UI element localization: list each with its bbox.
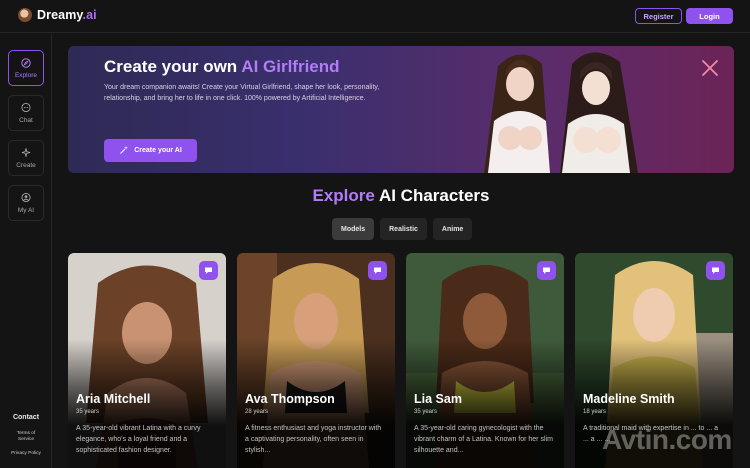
magic-wand-icon bbox=[119, 145, 129, 157]
create-your-ai-button[interactable]: Create your AI bbox=[104, 139, 197, 162]
character-name: Madeline Smith bbox=[583, 392, 675, 406]
terms-of-service-link[interactable]: Terms of Service bbox=[0, 431, 52, 443]
privacy-policy-link[interactable]: Privacy Policy bbox=[0, 451, 52, 456]
character-description: A fitness enthusiast and yoga instructor… bbox=[245, 425, 382, 454]
create-your-ai-label: Create your AI bbox=[134, 147, 182, 154]
brand-logo[interactable]: Dreamy.ai bbox=[18, 8, 97, 22]
character-description: A 35-year-old vibrant Latina with a curv… bbox=[76, 425, 201, 454]
logo-avatar-icon bbox=[18, 8, 32, 22]
character-name: Ava Thompson bbox=[245, 392, 335, 406]
chat-bubble-icon[interactable] bbox=[706, 261, 725, 280]
character-age: 35 years bbox=[76, 409, 100, 415]
sparkle-icon bbox=[21, 148, 31, 158]
chat-bubble-icon[interactable] bbox=[537, 261, 556, 280]
top-bar: Dreamy.ai Register Login bbox=[0, 0, 750, 33]
sidebar-item-label: Create bbox=[16, 161, 36, 169]
sidebar-item-chat[interactable]: Chat bbox=[8, 95, 44, 131]
sidebar-item-create[interactable]: Create bbox=[8, 140, 44, 176]
hero-banner: Create your own AI Girlfriend Your dream… bbox=[68, 46, 734, 173]
explore-title: Explore AI Characters bbox=[312, 186, 490, 205]
chat-bubble-icon[interactable] bbox=[368, 261, 387, 280]
sidebar-item-label: Explore bbox=[14, 71, 38, 79]
sidebar-item-explore[interactable]: Explore bbox=[8, 50, 44, 86]
character-age: 28 years bbox=[245, 409, 269, 415]
watermark-text: Avtin.com bbox=[602, 424, 732, 455]
terms-line-2: Service bbox=[18, 437, 34, 442]
character-card[interactable]: Lia Sam 35 years A 35-year-old caring gy… bbox=[406, 253, 564, 468]
character-name: Aria Mitchell bbox=[76, 392, 151, 406]
character-age: 35 years bbox=[414, 409, 438, 415]
chat-bubble-icon[interactable] bbox=[199, 261, 218, 280]
compass-icon bbox=[21, 57, 31, 68]
hero-characters-illustration bbox=[484, 52, 638, 173]
character-age: 18 years bbox=[583, 409, 607, 415]
character-card[interactable]: Aria Mitchell 35 years A 35-year-old vib… bbox=[68, 253, 226, 468]
sidebar-item-label: My AI bbox=[17, 206, 35, 214]
register-button[interactable]: Register bbox=[635, 8, 682, 24]
category-tabs: Models Realistic Anime bbox=[332, 218, 473, 240]
hero-title: Create your own AI Girlfriend bbox=[104, 57, 340, 76]
tab-anime[interactable]: Anime bbox=[432, 218, 473, 240]
tab-models[interactable]: Models bbox=[332, 218, 375, 240]
character-name: Lia Sam bbox=[414, 392, 462, 406]
contact-link[interactable]: Contact bbox=[0, 414, 52, 421]
sidebar-item-label: Chat bbox=[19, 116, 33, 124]
character-description: A 35-year-old caring gynecologist with t… bbox=[414, 425, 553, 454]
login-button[interactable]: Login bbox=[686, 8, 733, 24]
brand-name: Dreamy.ai bbox=[37, 8, 97, 22]
sidebar: Explore Chat Create My AI Contact Terms … bbox=[0, 34, 52, 468]
character-card[interactable]: Ava Thompson 28 years A fitness enthusia… bbox=[237, 253, 395, 468]
hero-description: Your dream companion awaits! Create your… bbox=[104, 84, 380, 102]
tab-realistic[interactable]: Realistic bbox=[380, 218, 427, 240]
chat-bubble-icon bbox=[21, 102, 31, 113]
close-icon[interactable] bbox=[700, 58, 720, 78]
